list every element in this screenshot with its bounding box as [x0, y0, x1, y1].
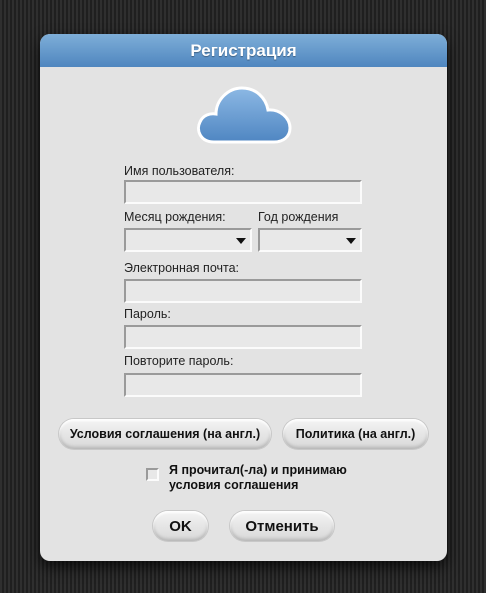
email-label: Электронная почта: [124, 261, 240, 275]
agree-checkbox[interactable] [146, 468, 159, 481]
password-label: Пароль: [124, 307, 171, 321]
dialog-title: Регистрация [40, 34, 447, 67]
birth-month-select[interactable] [124, 228, 252, 252]
birth-month-label: Месяц рождения: [124, 210, 226, 224]
ok-button[interactable]: OK [153, 511, 208, 541]
terms-button[interactable]: Условия соглашения (на англ.) [59, 419, 271, 449]
cloud-icon [197, 86, 292, 144]
registration-dialog: Регистрация Имя пользователя: Месяц рожд… [40, 34, 447, 561]
birth-year-select[interactable] [258, 228, 362, 252]
username-label: Имя пользователя: [124, 164, 235, 178]
repeat-password-label: Повторите пароль: [124, 354, 234, 368]
birth-year-label: Год рождения [258, 210, 339, 224]
policy-button[interactable]: Политика (на англ.) [283, 419, 428, 449]
email-input[interactable] [124, 279, 362, 303]
password-input[interactable] [124, 325, 362, 349]
chevron-down-icon [236, 238, 246, 244]
cancel-button[interactable]: Отменить [230, 511, 334, 541]
agree-label-line1: Я прочитал(-ла) и принимаю [169, 463, 347, 477]
repeat-password-input[interactable] [124, 373, 362, 397]
agree-label: Я прочитал(-ла) и принимаю условия согла… [169, 463, 347, 493]
chevron-down-icon [346, 238, 356, 244]
username-input[interactable] [124, 180, 362, 204]
agree-label-line2: условия соглашения [169, 478, 299, 492]
